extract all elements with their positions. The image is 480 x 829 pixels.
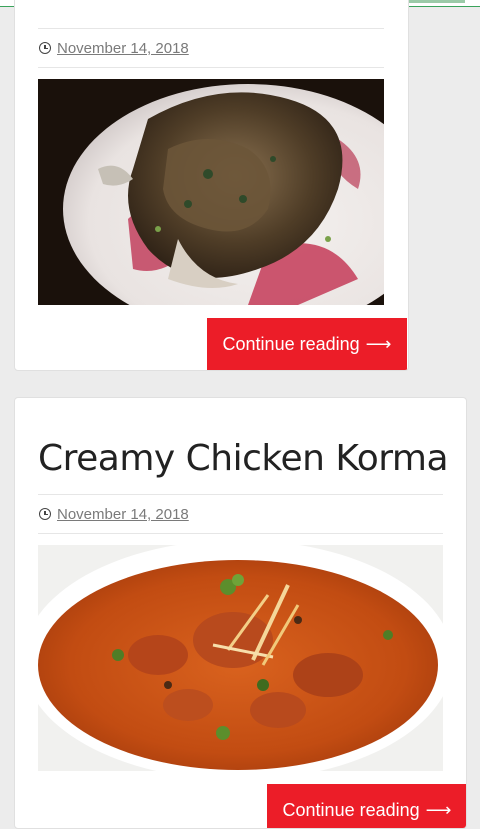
clock-icon (39, 42, 51, 54)
post-card: Creamy Chicken Korma November 14, 2018 C… (14, 397, 467, 829)
post-card: November 14, 2018 Continue reading ⟶ (14, 0, 409, 371)
post-date-link[interactable]: November 14, 2018 (57, 40, 189, 57)
continue-reading-button[interactable]: Continue reading ⟶ (207, 318, 407, 370)
continue-reading-label: Continue reading (222, 333, 360, 354)
banner-mark (405, 0, 465, 3)
clock-icon (39, 508, 51, 520)
chicken-korma-image (38, 545, 443, 771)
arrow-right-icon: ⟶ (425, 799, 452, 820)
post-date-link[interactable]: November 14, 2018 (57, 506, 189, 523)
post-meta: November 14, 2018 (38, 28, 384, 68)
post-meta: November 14, 2018 (38, 494, 443, 534)
post-title[interactable]: Creamy Chicken Korma (38, 438, 449, 479)
continue-reading-label: Continue reading (282, 799, 420, 820)
continue-reading-button[interactable]: Continue reading ⟶ (267, 784, 466, 828)
arrow-right-icon: ⟶ (365, 333, 392, 354)
grilled-chicken-image (38, 79, 384, 305)
post-thumbnail[interactable] (38, 79, 384, 305)
post-thumbnail[interactable] (38, 545, 443, 771)
